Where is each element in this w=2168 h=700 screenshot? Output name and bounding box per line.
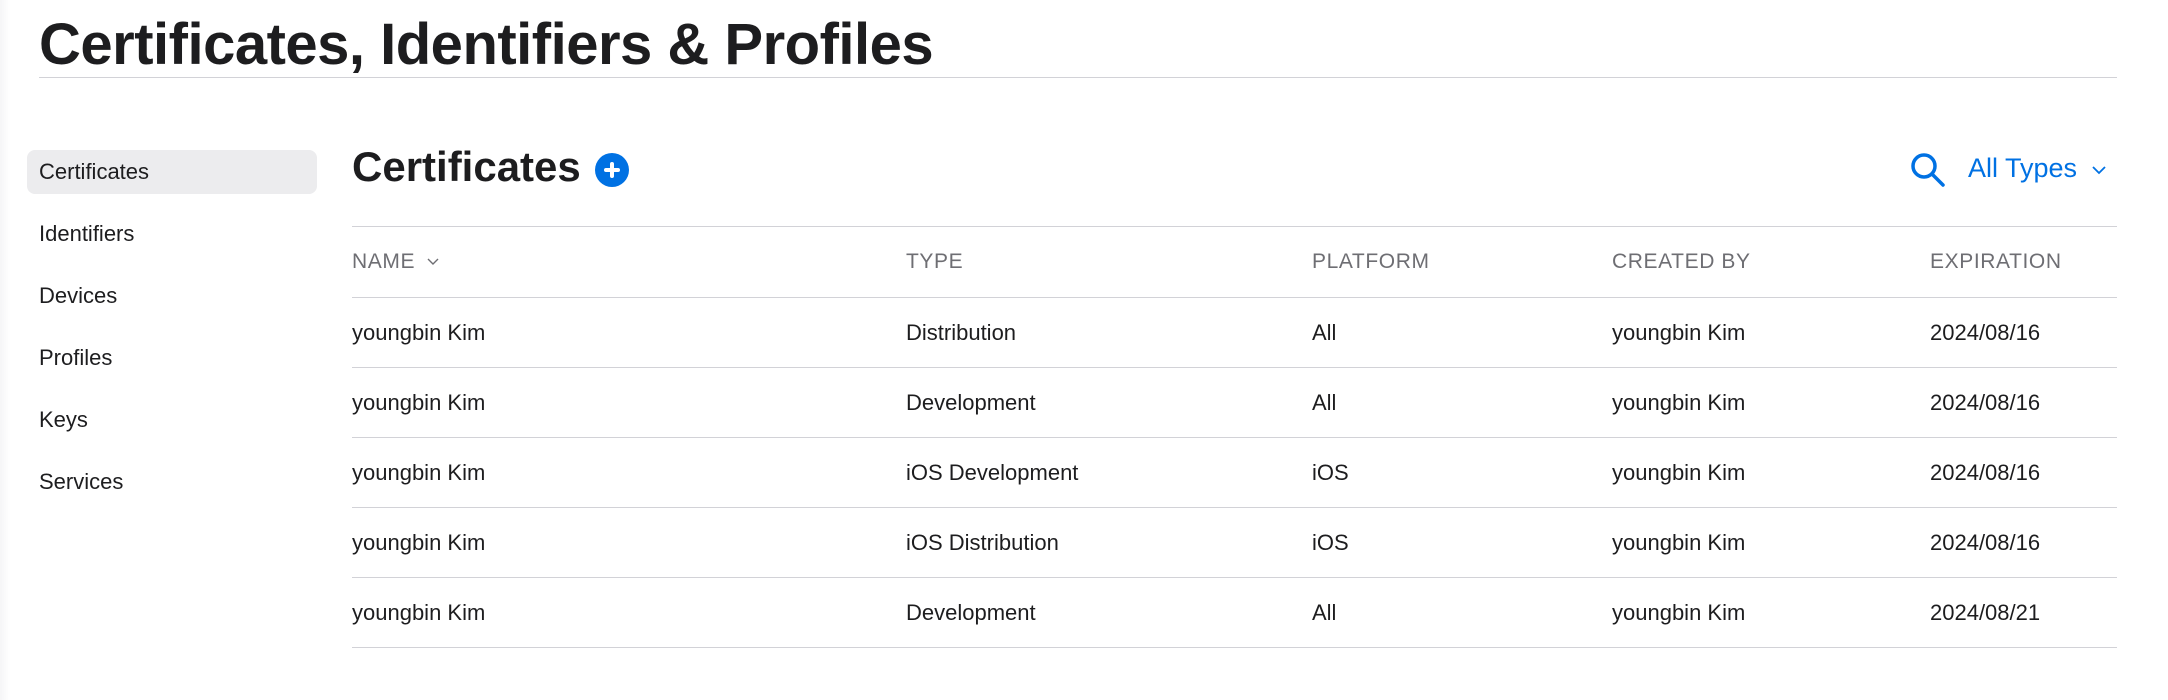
cell-name: youngbin Kim xyxy=(352,459,486,485)
cell-type: Development xyxy=(906,599,1036,625)
section-title: Certificates xyxy=(352,143,581,190)
cell-expiration: 2024/08/21 xyxy=(1930,599,2041,625)
cell-platform: All xyxy=(1312,319,1337,345)
cell-expiration: 2024/08/16 xyxy=(1930,389,2041,415)
cell-type: iOS Development xyxy=(906,459,1079,485)
cell-name: youngbin Kim xyxy=(352,319,486,345)
column-header-platform[interactable]: PLATFORM xyxy=(1312,227,1612,298)
table-row[interactable]: youngbin Kim iOS Development iOS youngbi… xyxy=(352,438,2117,508)
chevron-down-icon xyxy=(2091,166,2106,175)
cell-type: Distribution xyxy=(906,319,1017,345)
cell-type: Development xyxy=(906,389,1036,415)
sort-chevron-down-icon xyxy=(427,258,439,266)
sidebar: Certificates Identifiers Devices Profile… xyxy=(27,150,317,522)
table-row[interactable]: youngbin Kim Development All youngbin Ki… xyxy=(352,578,2117,648)
cell-expiration: 2024/08/16 xyxy=(1930,529,2041,555)
type-filter-dropdown[interactable]: All Types xyxy=(1968,150,2107,186)
table-row[interactable]: youngbin Kim Distribution All youngbin K… xyxy=(352,298,2117,368)
cell-created-by: youngbin Kim xyxy=(1612,319,1746,345)
certificates-table: NAME TYPE PLATFORM CREATED BY EXPIRATION… xyxy=(352,226,2117,648)
page: Certificates, Identifiers & Profiles Cer… xyxy=(0,0,2168,700)
column-header-expiration[interactable]: EXPIRATION xyxy=(1930,227,2117,298)
cell-type: iOS Distribution xyxy=(906,529,1059,555)
table-row[interactable]: youngbin Kim Development All youngbin Ki… xyxy=(352,368,2117,438)
cell-created-by: youngbin Kim xyxy=(1612,599,1746,625)
cell-name: youngbin Kim xyxy=(352,389,486,415)
cell-platform: iOS xyxy=(1312,459,1349,485)
sidebar-item-identifiers[interactable]: Identifiers xyxy=(27,212,317,256)
type-filter-label: All Types xyxy=(1968,153,2078,183)
sidebar-item-keys[interactable]: Keys xyxy=(27,398,317,442)
sidebar-item-certificates[interactable]: Certificates xyxy=(27,150,317,194)
cell-platform: All xyxy=(1312,599,1337,625)
column-header-type[interactable]: TYPE xyxy=(906,227,1312,298)
left-gutter xyxy=(0,0,10,700)
title-divider xyxy=(39,77,2117,78)
table-row[interactable]: youngbin Kim iOS Distribution iOS youngb… xyxy=(352,508,2117,578)
cell-platform: All xyxy=(1312,389,1337,415)
sidebar-item-profiles[interactable]: Profiles xyxy=(27,336,317,380)
table-header-row: NAME TYPE PLATFORM CREATED BY EXPIRATION xyxy=(352,226,2117,298)
add-certificate-button[interactable] xyxy=(595,153,629,187)
column-header-name[interactable]: NAME xyxy=(352,227,906,298)
cell-platform: iOS xyxy=(1312,529,1349,555)
sidebar-item-devices[interactable]: Devices xyxy=(27,274,317,318)
cell-created-by: youngbin Kim xyxy=(1612,459,1746,485)
cell-expiration: 2024/08/16 xyxy=(1930,319,2041,345)
column-header-created-by[interactable]: CREATED BY xyxy=(1612,227,1930,298)
sidebar-item-services[interactable]: Services xyxy=(27,460,317,504)
cell-name: youngbin Kim xyxy=(352,599,486,625)
cell-created-by: youngbin Kim xyxy=(1612,529,1746,555)
cell-expiration: 2024/08/16 xyxy=(1930,459,2041,485)
cell-created-by: youngbin Kim xyxy=(1612,389,1746,415)
search-icon xyxy=(1911,153,1945,187)
search-button[interactable] xyxy=(1908,150,1948,190)
page-title: Certificates, Identifiers & Profiles xyxy=(39,12,934,77)
cell-name: youngbin Kim xyxy=(352,529,486,555)
